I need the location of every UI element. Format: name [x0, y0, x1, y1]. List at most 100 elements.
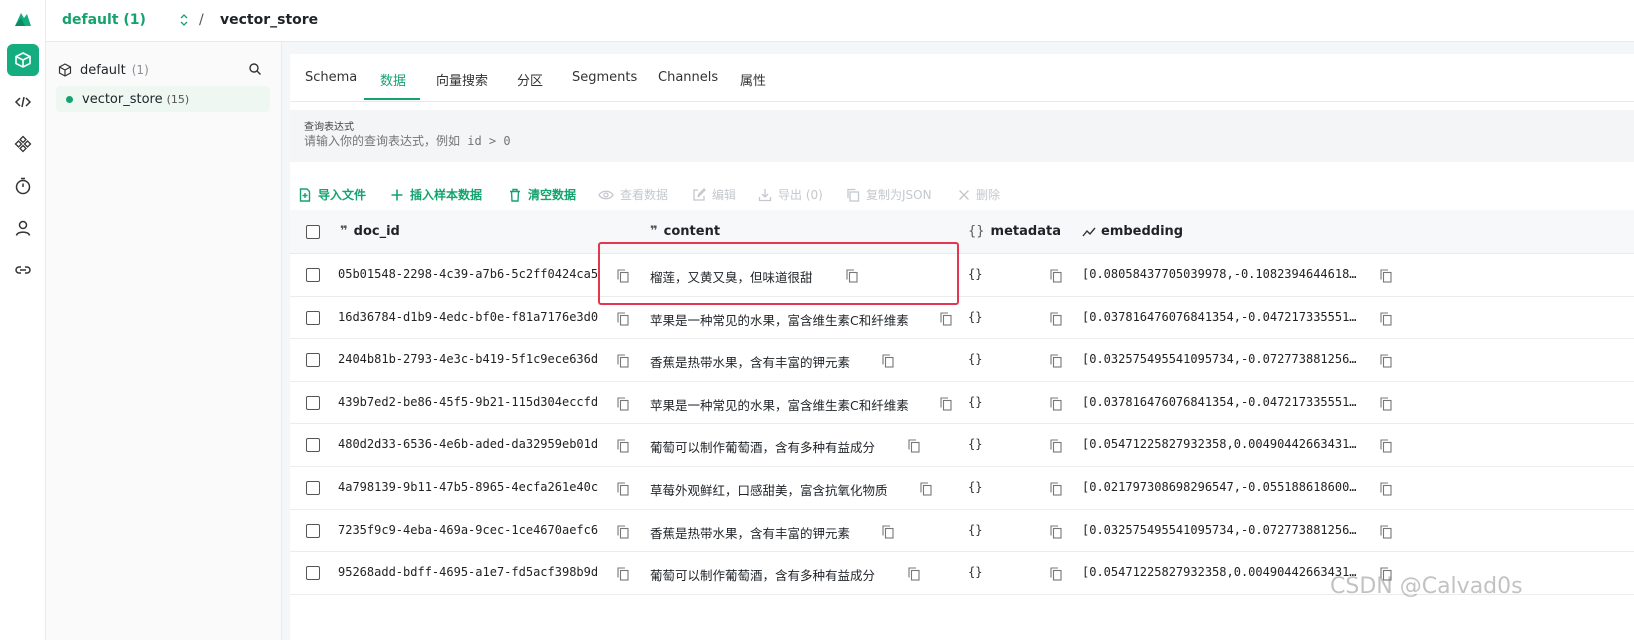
copy-icon[interactable] — [846, 268, 858, 283]
cell-content: 葡萄可以制作葡萄酒，含有多种有益成分 — [650, 440, 876, 456]
cell-metadata: {} — [968, 394, 983, 409]
top-bar: default (1) / vector_store — [46, 0, 1634, 42]
row-checkbox[interactable] — [306, 268, 320, 282]
copy-icon[interactable] — [1050, 524, 1062, 539]
collection-icon[interactable] — [7, 44, 39, 76]
cell-doc-id: 4a798139-9b11-47b5-8965-4ecfa261e40c — [338, 480, 599, 494]
insert-sample-button[interactable]: 插入样本数据 — [390, 186, 482, 203]
copy-icon[interactable] — [617, 438, 629, 453]
row-checkbox[interactable] — [306, 310, 320, 325]
copy-icon[interactable] — [882, 524, 894, 539]
database-selector[interactable]: default (1) — [62, 12, 146, 28]
code-icon[interactable] — [7, 86, 39, 118]
row-checkbox[interactable] — [306, 438, 320, 453]
copy-icon[interactable] — [617, 268, 629, 283]
copy-icon[interactable] — [1380, 311, 1392, 326]
tab-properties[interactable]: 属性 — [740, 70, 766, 89]
copy-icon[interactable] — [882, 353, 894, 368]
copy-icon[interactable] — [617, 311, 629, 326]
cell-embedding: [0.05471225827932358,0.00490442663431… — [1082, 437, 1357, 452]
timer-icon[interactable] — [7, 170, 39, 202]
row-checkbox[interactable] — [306, 481, 320, 495]
row-checkbox[interactable] — [306, 566, 320, 581]
cell-doc-id: 439b7ed2-be86-45f5-9b21-115d304eccfd — [338, 394, 599, 409]
copy-icon[interactable] — [1050, 438, 1062, 453]
table-row[interactable]: 439b7ed2-be86-45f5-9b21-115d304eccfd 苹果是一… — [290, 382, 1634, 425]
breadcrumb-collection[interactable]: vector_store — [220, 12, 318, 28]
copy-icon[interactable] — [1380, 396, 1392, 411]
column-label: metadata — [990, 224, 1061, 239]
file-plus-icon — [299, 187, 311, 202]
copy-icon[interactable] — [1380, 481, 1392, 496]
active-tab-indicator — [364, 98, 420, 100]
milvus-logo-icon[interactable] — [12, 8, 34, 30]
copy-icon[interactable] — [908, 566, 920, 581]
column-header-metadata[interactable]: {} metadata — [968, 224, 1061, 239]
copy-icon[interactable] — [617, 396, 629, 411]
copy-icon[interactable] — [1050, 353, 1062, 368]
chevron-updown-icon[interactable] — [180, 13, 188, 27]
column-header-embedding[interactable]: embedding — [1082, 224, 1183, 239]
column-header-doc-id[interactable]: ❞ doc_id — [340, 224, 400, 239]
tree-collection-count: (15) — [166, 92, 190, 106]
tab-partitions[interactable]: 分区 — [517, 70, 543, 89]
copy-icon[interactable] — [1050, 268, 1062, 283]
copy-icon[interactable] — [1050, 481, 1062, 496]
copy-icon[interactable] — [617, 566, 629, 581]
copy-icon[interactable] — [940, 396, 952, 411]
table-row[interactable]: 2404b81b-2793-4e3c-b419-5f1c9ece636d 香蕉是热… — [290, 339, 1634, 382]
table-row[interactable]: 05b01548-2298-4c39-a7b6-5c2ff0424ca5 榴莲，又… — [290, 254, 1634, 297]
copy-icon[interactable] — [908, 438, 920, 453]
view-data-button[interactable]: 查看数据 — [598, 186, 668, 203]
search-icon[interactable] — [248, 62, 262, 76]
cell-content: 香蕉是热带水果，含有丰富的钾元素 — [650, 525, 851, 541]
select-all-checkbox[interactable] — [306, 225, 320, 239]
link-icon[interactable] — [7, 254, 39, 286]
tree-database-item[interactable]: default (1) — [58, 60, 268, 80]
partition-icon[interactable] — [7, 128, 39, 160]
table-row[interactable]: 16d36784-d1b9-4edc-bf0e-f81a7176e3d0 苹果是一… — [290, 297, 1634, 340]
column-label: content — [663, 224, 721, 239]
import-file-button[interactable]: 导入文件 — [298, 186, 366, 203]
query-input[interactable] — [304, 134, 1004, 148]
copy-icon[interactable] — [940, 311, 952, 326]
tab-vector-search[interactable]: 向量搜索 — [436, 70, 488, 89]
clear-data-button[interactable]: 清空数据 — [508, 186, 576, 203]
close-icon — [959, 189, 969, 200]
copy-json-button[interactable]: 复制为JSON — [846, 186, 932, 203]
tab-data[interactable]: 数据 — [380, 70, 406, 89]
export-button[interactable]: 导出 (0) — [758, 186, 823, 203]
copy-icon[interactable] — [1050, 311, 1062, 326]
database-cube-icon — [58, 63, 72, 77]
tab-schema[interactable]: Schema — [305, 70, 357, 85]
tree-collection-item[interactable]: vector_store (15) — [56, 86, 270, 112]
delete-label: 删除 — [976, 188, 1001, 202]
edit-button[interactable]: 编辑 — [692, 186, 736, 203]
cell-content: 榴莲，又黄又臭，但味道很甜 — [650, 270, 813, 285]
table-row[interactable]: 4a798139-9b11-47b5-8965-4ecfa261e40c 草莓外观… — [290, 467, 1634, 510]
cell-doc-id: 16d36784-d1b9-4edc-bf0e-f81a7176e3d0 — [338, 309, 599, 324]
delete-button[interactable]: 删除 — [958, 186, 1000, 203]
left-rail — [0, 0, 46, 640]
cell-embedding: [0.032575495541095734,-0.072773881256… — [1082, 352, 1357, 367]
tab-segments[interactable]: Segments — [572, 70, 637, 85]
row-checkbox[interactable] — [306, 523, 320, 538]
row-checkbox[interactable] — [306, 353, 320, 368]
table-row[interactable]: 7235f9c9-4eba-469a-9cec-1ce4670aefc6 香蕉是热… — [290, 510, 1634, 553]
table-row[interactable]: 480d2d33-6536-4e6b-aded-da32959eb01d 葡萄可以… — [290, 424, 1634, 467]
user-icon[interactable] — [7, 212, 39, 244]
copy-icon[interactable] — [617, 353, 629, 368]
copy-icon[interactable] — [617, 481, 629, 496]
copy-icon[interactable] — [617, 524, 629, 539]
copy-icon[interactable] — [920, 481, 932, 496]
tab-channels[interactable]: Channels — [658, 70, 718, 85]
eye-icon — [598, 190, 614, 199]
copy-icon[interactable] — [1380, 524, 1392, 539]
row-checkbox[interactable] — [306, 395, 320, 410]
copy-icon[interactable] — [1380, 438, 1392, 453]
copy-icon[interactable] — [1380, 268, 1392, 283]
copy-icon[interactable] — [1380, 353, 1392, 368]
copy-icon[interactable] — [1050, 566, 1062, 581]
copy-icon[interactable] — [1050, 396, 1062, 411]
column-header-content[interactable]: ❞ content — [650, 224, 720, 239]
